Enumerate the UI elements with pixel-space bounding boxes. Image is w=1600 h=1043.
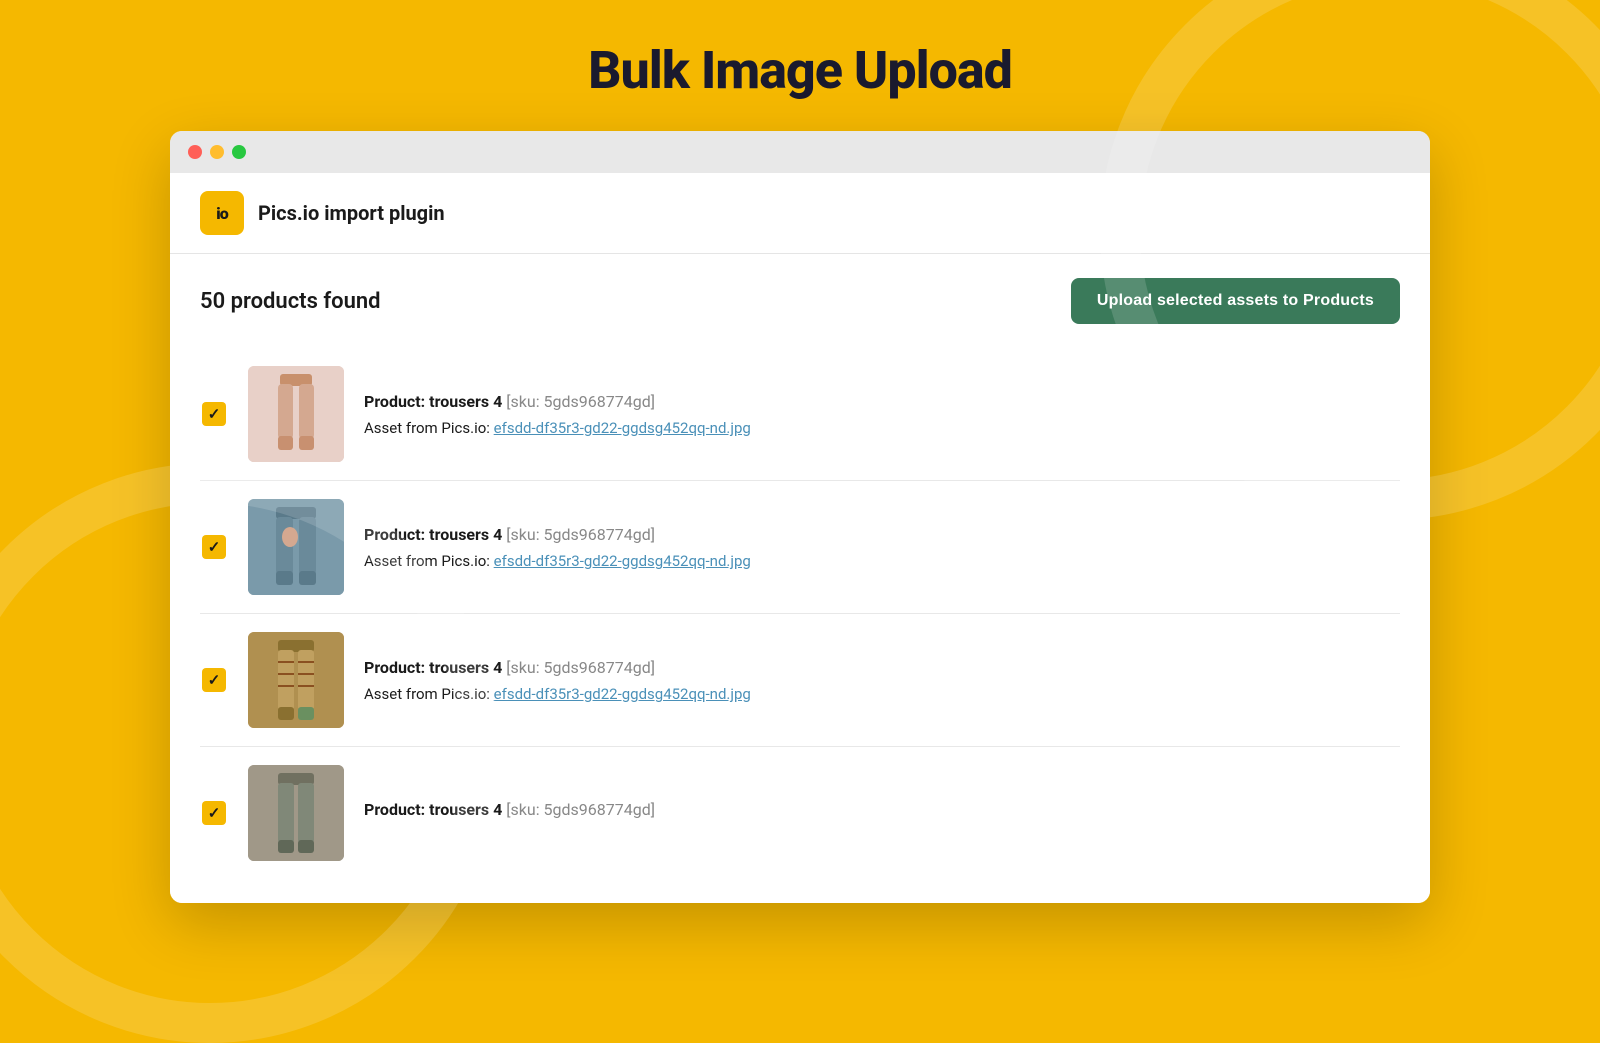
row-checkbox-1[interactable]: ✓ <box>200 400 228 428</box>
titlebar <box>170 131 1430 173</box>
product-info-3: Product: trousers 4 [sku: 5gds968774gd] … <box>364 657 1400 703</box>
product-name-1: Product: trousers 4 [sku: 5gds968774gd] <box>364 391 1400 413</box>
product-thumbnail-1 <box>248 366 344 462</box>
product-list: ✓ <box>200 348 1400 879</box>
row-checkbox-4[interactable]: ✓ <box>200 799 228 827</box>
product-thumbnail-2 <box>248 499 344 595</box>
product-name-3: Product: trousers 4 [sku: 5gds968774gd] <box>364 657 1400 679</box>
product-info-4: Product: trousers 4 [sku: 5gds968774gd] <box>364 799 1400 827</box>
product-thumbnail-4 <box>248 765 344 861</box>
app-window: io Pics.io import plugin 50 products fou… <box>170 131 1430 903</box>
table-row: ✓ <box>200 481 1400 614</box>
products-count: 50 products found <box>200 289 381 314</box>
app-logo: io <box>200 191 244 235</box>
product-thumbnail-3 <box>248 632 344 728</box>
product-info-1: Product: trousers 4 [sku: 5gds968774gd] … <box>364 391 1400 437</box>
app-name-label: Pics.io import plugin <box>258 201 445 225</box>
product-asset-3: Asset from Pics.io: efsdd-df35r3-gd22-gg… <box>364 685 1400 703</box>
top-bar: 50 products found Upload selected assets… <box>200 278 1400 324</box>
product-asset-1: Asset from Pics.io: efsdd-df35r3-gd22-gg… <box>364 419 1400 437</box>
app-header: io Pics.io import plugin <box>170 173 1430 254</box>
maximize-button[interactable] <box>232 145 246 159</box>
content-area: 50 products found Upload selected assets… <box>170 254 1430 903</box>
row-checkbox-3[interactable]: ✓ <box>200 666 228 694</box>
upload-assets-button[interactable]: Upload selected assets to Products <box>1071 278 1400 324</box>
checkmark-icon: ✓ <box>202 801 226 825</box>
checkmark-icon: ✓ <box>202 402 226 426</box>
product-name-2: Product: trousers 4 [sku: 5gds968774gd] <box>364 524 1400 546</box>
table-row: ✓ <box>200 747 1400 879</box>
asset-link-1[interactable]: efsdd-df35r3-gd22-ggdsg452qq-nd.jpg <box>494 419 751 437</box>
checkmark-icon: ✓ <box>202 535 226 559</box>
row-checkbox-2[interactable]: ✓ <box>200 533 228 561</box>
window-body: io Pics.io import plugin 50 products fou… <box>170 173 1430 903</box>
checkmark-icon: ✓ <box>202 668 226 692</box>
product-asset-2: Asset from Pics.io: efsdd-df35r3-gd22-gg… <box>364 552 1400 570</box>
product-info-2: Product: trousers 4 [sku: 5gds968774gd] … <box>364 524 1400 570</box>
asset-link-2[interactable]: efsdd-df35r3-gd22-ggdsg452qq-nd.jpg <box>494 552 751 570</box>
asset-link-3[interactable]: efsdd-df35r3-gd22-ggdsg452qq-nd.jpg <box>494 685 751 703</box>
table-row: ✓ <box>200 348 1400 481</box>
minimize-button[interactable] <box>210 145 224 159</box>
product-name-4: Product: trousers 4 [sku: 5gds968774gd] <box>364 799 1400 821</box>
table-row: ✓ <box>200 614 1400 747</box>
page-title: Bulk Image Upload <box>588 40 1012 101</box>
close-button[interactable] <box>188 145 202 159</box>
